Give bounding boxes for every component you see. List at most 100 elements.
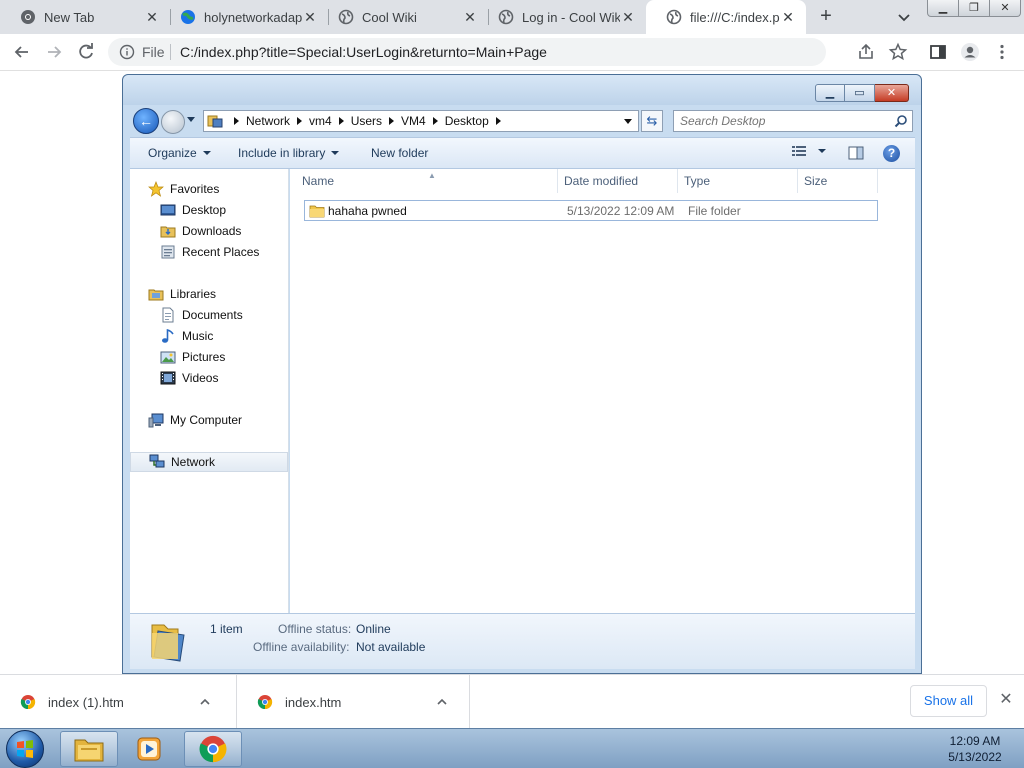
start-button[interactable] — [6, 730, 44, 768]
info-icon[interactable] — [119, 44, 135, 60]
column-header-size[interactable]: Size — [798, 169, 878, 193]
breadcrumb-desktop[interactable]: Desktop — [445, 114, 489, 128]
taskbar-explorer-button[interactable] — [60, 731, 118, 767]
breadcrumb-vm4-user[interactable]: VM4 — [401, 114, 426, 128]
tab-close-icon[interactable]: ✕ — [144, 9, 160, 25]
breadcrumb-arrow-icon[interactable] — [234, 117, 239, 125]
taskbar-clock[interactable]: 12:09 AM 5/13/2022 — [940, 733, 1010, 765]
tab-holynetworkadap[interactable]: holynetworkadap ✕ — [160, 0, 328, 34]
nav-desktop[interactable]: Desktop — [130, 200, 288, 220]
explorer-close-button[interactable]: ✕ — [875, 84, 909, 102]
documents-icon — [162, 307, 174, 323]
address-separator — [170, 44, 171, 60]
explorer-address-bar[interactable]: Network vm4 Users VM4 Desktop — [203, 110, 639, 132]
offline-availability-value: Not available — [356, 640, 426, 654]
reload-icon[interactable] — [76, 42, 96, 62]
column-header-type[interactable]: Type — [678, 169, 798, 193]
tab-file-index[interactable]: file:///C:/index.ph ✕ — [646, 0, 806, 34]
bookmark-star-icon[interactable] — [888, 42, 908, 62]
address-bar[interactable]: File C:/index.php?title=Special:UserLogi… — [108, 38, 826, 66]
organize-label: Organize — [148, 146, 197, 160]
forward-button[interactable] — [161, 110, 185, 134]
search-icon[interactable] — [894, 114, 908, 128]
file-row-hahaha-pwned[interactable]: hahaha pwned 5/13/2022 12:09 AM File fol… — [304, 200, 878, 221]
preview-pane-icon[interactable] — [848, 145, 864, 161]
address-history-dropdown[interactable] — [624, 119, 632, 124]
help-icon[interactable]: ? — [883, 145, 900, 162]
folder-icon — [151, 624, 185, 662]
nav-videos[interactable]: Videos — [130, 368, 288, 388]
nav-libraries[interactable]: Libraries — [130, 284, 288, 304]
new-tab-button[interactable]: + — [814, 5, 838, 29]
breadcrumb-arrow-icon[interactable] — [495, 117, 501, 125]
tab-new-tab[interactable]: New Tab ✕ — [0, 0, 170, 34]
close-icon[interactable]: ✕ — [998, 692, 1014, 708]
explorer-minimize-button[interactable]: ▁ — [815, 84, 845, 102]
back-button[interactable]: ← — [133, 108, 159, 134]
nav-recent-places[interactable]: Recent Places — [130, 242, 288, 262]
tab-close-icon[interactable]: ✕ — [780, 9, 796, 25]
nav-pictures[interactable]: Pictures — [130, 347, 288, 367]
breadcrumb-arrow-icon[interactable] — [389, 117, 395, 125]
nav-documents[interactable]: Documents — [130, 305, 288, 325]
taskbar: 12:09 AM 5/13/2022 — [0, 728, 1024, 768]
change-view-button[interactable] — [792, 145, 826, 157]
close-button[interactable]: ✕ — [990, 0, 1020, 16]
chevron-down-icon[interactable] — [895, 8, 913, 26]
details-pane: 1 item Offline status: Online Offline av… — [130, 613, 915, 669]
organize-button[interactable]: Organize — [148, 146, 211, 160]
side-panel-icon[interactable] — [928, 42, 948, 62]
tab-log-in-cool-wiki[interactable]: Log in - Cool Wiki ✕ — [478, 0, 646, 34]
menu-dots-icon[interactable] — [992, 42, 1012, 62]
address-url[interactable]: C:/index.php?title=Special:UserLogin&ret… — [180, 44, 547, 60]
download-item-index[interactable]: index.htm — [237, 675, 470, 729]
chrome-icon — [199, 735, 227, 763]
details-view-icon — [792, 146, 806, 156]
chevron-up-icon[interactable] — [198, 695, 212, 709]
breadcrumb-arrow-icon[interactable] — [432, 117, 438, 125]
restore-button[interactable]: ❐ — [959, 0, 990, 16]
column-header-name[interactable]: Name — [296, 169, 558, 193]
column-header-date-modified[interactable]: Date modified — [558, 169, 678, 193]
tab-close-icon[interactable]: ✕ — [462, 9, 478, 25]
explorer-maximize-button[interactable]: ▭ — [845, 84, 875, 102]
globe-icon — [181, 10, 195, 24]
taskbar-media-player-button[interactable] — [120, 731, 178, 767]
download-item-index-1[interactable]: index (1).htm — [0, 675, 237, 729]
tab-title: holynetworkadap — [204, 9, 302, 25]
include-in-library-button[interactable]: Include in library — [238, 146, 340, 160]
nav-downloads-label: Downloads — [182, 224, 242, 238]
explorer-titlebar[interactable]: ▁ ▭ ✕ — [123, 75, 921, 105]
chrome-file-icon — [257, 695, 273, 710]
libraries-icon — [148, 289, 164, 301]
breadcrumb-arrow-icon[interactable] — [297, 117, 303, 125]
refresh-button[interactable]: ⇆ — [641, 110, 663, 132]
taskbar-chrome-button[interactable] — [184, 731, 242, 767]
explorer-search-input[interactable] — [680, 113, 880, 129]
recent-pages-dropdown[interactable] — [187, 117, 195, 122]
download-filename: index (1).htm — [48, 694, 124, 710]
show-all-downloads-button[interactable]: Show all — [910, 685, 987, 717]
nav-downloads[interactable]: Downloads — [130, 221, 288, 241]
clock-time: 12:09 AM — [949, 734, 1001, 748]
nav-my-computer[interactable]: My Computer — [130, 410, 288, 430]
breadcrumb-network[interactable]: Network — [246, 114, 290, 128]
breadcrumb-users[interactable]: Users — [351, 114, 382, 128]
forward-arrow-icon[interactable] — [44, 42, 64, 62]
profile-avatar-icon[interactable] — [960, 42, 980, 62]
nav-network[interactable]: Network — [130, 452, 288, 472]
breadcrumb-vm4[interactable]: vm4 — [309, 114, 332, 128]
nav-favorites[interactable]: Favorites — [130, 179, 288, 199]
tab-close-icon[interactable]: ✕ — [620, 9, 636, 25]
chrome-icon — [21, 10, 35, 24]
tab-close-icon[interactable]: ✕ — [302, 9, 318, 25]
nav-music[interactable]: Music — [130, 326, 288, 346]
minimize-button[interactable]: ▁ — [928, 0, 959, 16]
breadcrumb-arrow-icon[interactable] — [338, 117, 344, 125]
share-icon[interactable] — [856, 42, 876, 62]
explorer-search-box[interactable] — [673, 110, 913, 132]
new-folder-button[interactable]: New folder — [371, 146, 428, 160]
back-arrow-icon[interactable] — [12, 42, 32, 62]
tab-cool-wiki[interactable]: Cool Wiki ✕ — [318, 0, 488, 34]
chevron-up-icon[interactable] — [435, 695, 449, 709]
